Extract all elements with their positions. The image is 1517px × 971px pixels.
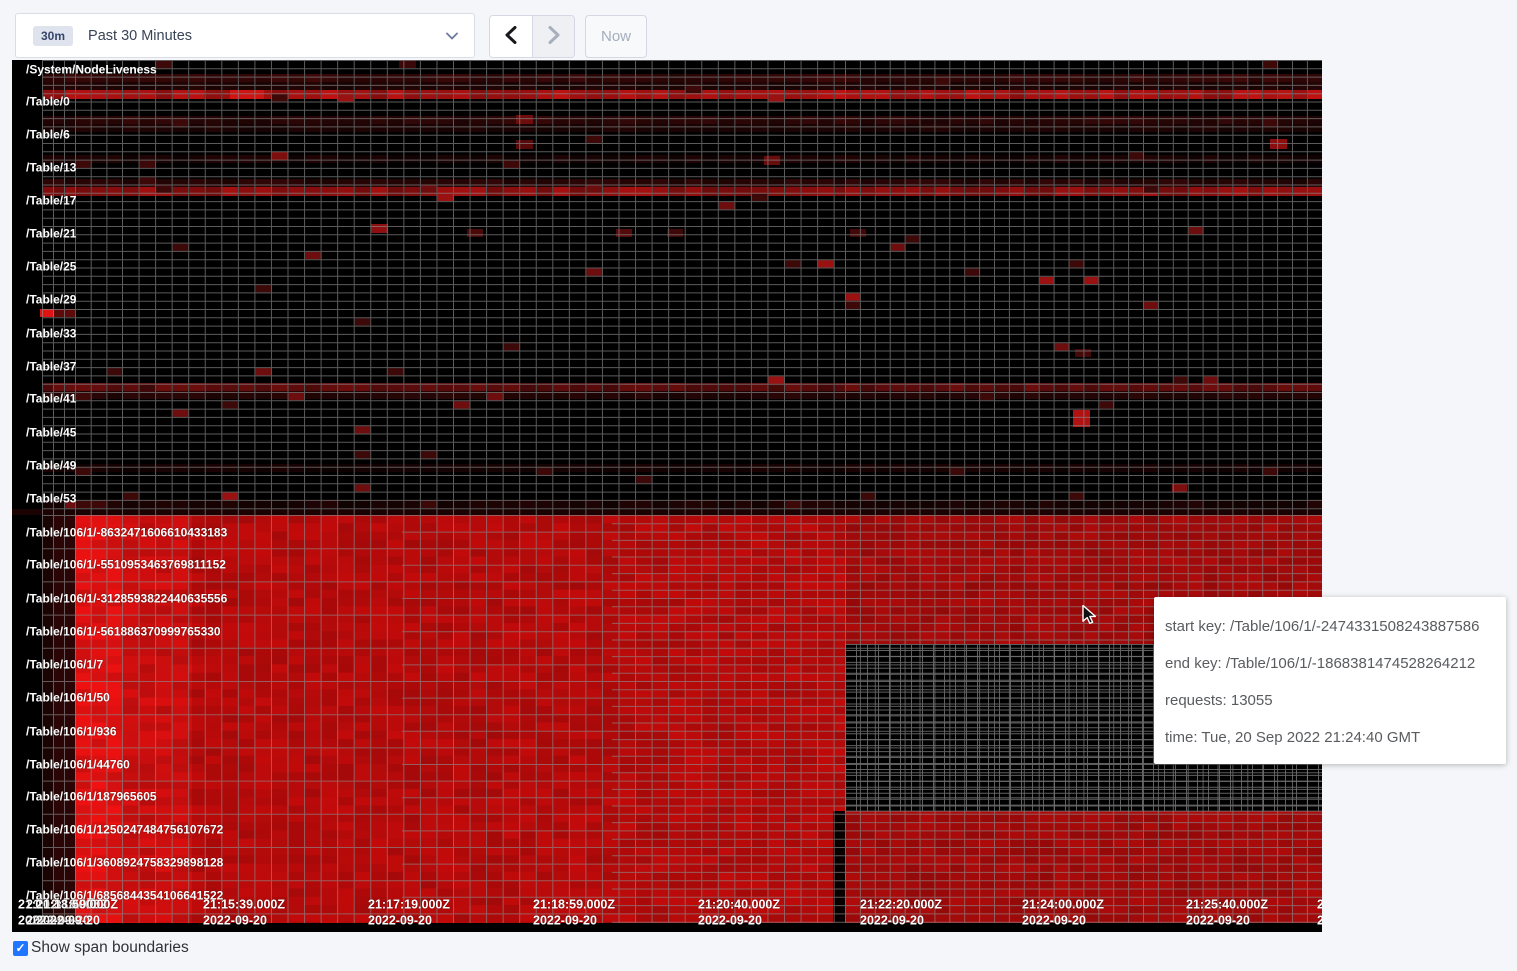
next-time-button[interactable] [532,16,574,57]
tooltip-end-key: end key: /Table/106/1/-18683814745282642… [1165,645,1496,682]
time-nav-button-group [489,15,575,58]
time-range-dropdown[interactable]: 30m Past 30 Minutes [15,13,475,58]
prev-time-button[interactable] [490,16,532,57]
time-range-badge: 30m [33,26,73,46]
tooltip-time: time: Tue, 20 Sep 2022 21:24:40 GMT [1165,719,1496,756]
hover-tooltip: start key: /Table/106/1/-247433150824388… [1154,597,1506,764]
tooltip-start-key: start key: /Table/106/1/-247433150824388… [1165,608,1496,645]
tooltip-requests: requests: 13055 [1165,682,1496,719]
show-span-boundaries-label: Show span boundaries [31,939,189,957]
show-span-boundaries-checkbox[interactable] [13,941,28,956]
now-button[interactable]: Now [585,15,647,58]
key-visualizer-heatmap[interactable] [12,60,1322,932]
chevron-down-icon [446,32,458,40]
key-visualizer-page: 30m Past 30 Minutes Now start key: /Tabl… [0,0,1517,971]
chevron-left-icon [505,26,517,47]
time-range-label: Past 30 Minutes [88,28,446,44]
chevron-right-icon [548,26,560,47]
show-span-boundaries-row: Show span boundaries [13,939,189,957]
